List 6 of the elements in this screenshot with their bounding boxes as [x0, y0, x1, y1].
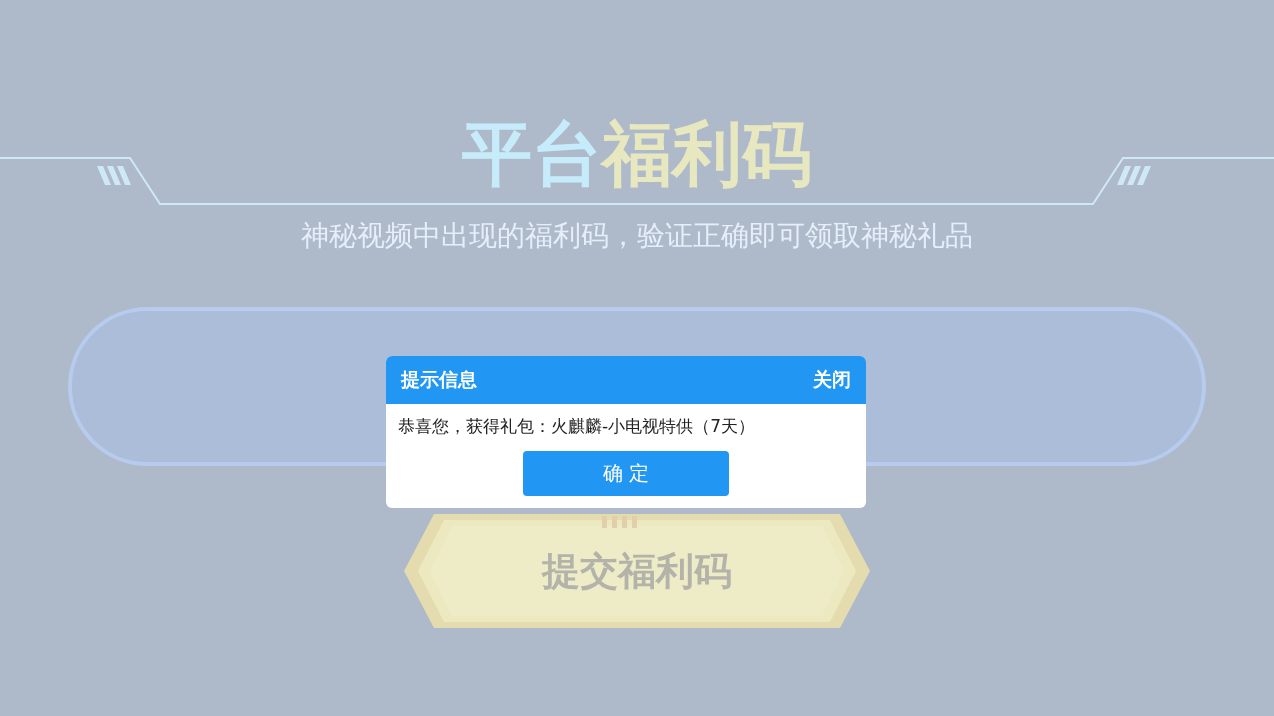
- submit-button[interactable]: 提交福利码: [404, 514, 870, 628]
- subtitle: 神秘视频中出现的福利码，验证正确即可领取神秘礼品: [301, 218, 973, 254]
- dialog-title: 提示信息: [401, 367, 477, 392]
- close-button[interactable]: 关闭: [813, 367, 851, 393]
- confirm-button[interactable]: 确 定: [523, 451, 729, 496]
- dialog-message: 恭喜您，获得礼包：火麒麟-小电视特供（7天）: [398, 415, 755, 437]
